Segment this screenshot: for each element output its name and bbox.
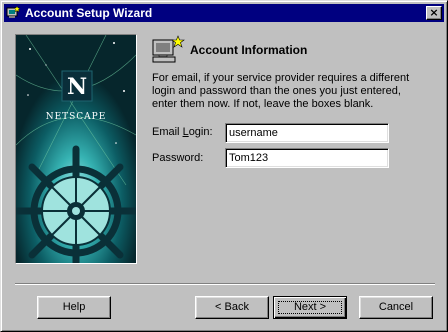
cancel-button[interactable]: Cancel [359, 296, 433, 319]
next-button[interactable]: Next > [273, 296, 347, 319]
netscape-banner: N NETSCAPE [15, 34, 137, 264]
wizard-window: Account Setup Wizard × N NETSCAPE Accoun… [0, 0, 448, 332]
close-icon: × [429, 6, 439, 19]
ships-wheel-illustration: N NETSCAPE [16, 35, 136, 263]
instructions-text: For email, if your service provider requ… [152, 72, 410, 110]
netscape-logo: N [67, 74, 87, 100]
help-button[interactable]: Help [37, 296, 111, 319]
wizard-app-icon [6, 5, 21, 18]
back-button[interactable]: < Back [195, 296, 269, 319]
title-bar[interactable]: Account Setup Wizard × [4, 4, 444, 22]
button-separator [15, 283, 435, 285]
password-label: Password: [152, 152, 204, 164]
password-input[interactable] [225, 148, 389, 168]
account-computer-icon [152, 35, 185, 63]
netscape-wordmark: NETSCAPE [46, 112, 107, 122]
section-title: Account Information [190, 43, 308, 57]
email-login-input[interactable] [225, 123, 389, 143]
email-login-label: Email Login: [152, 126, 213, 138]
window-title: Account Setup Wizard [25, 6, 153, 20]
close-button[interactable]: × [426, 6, 442, 20]
